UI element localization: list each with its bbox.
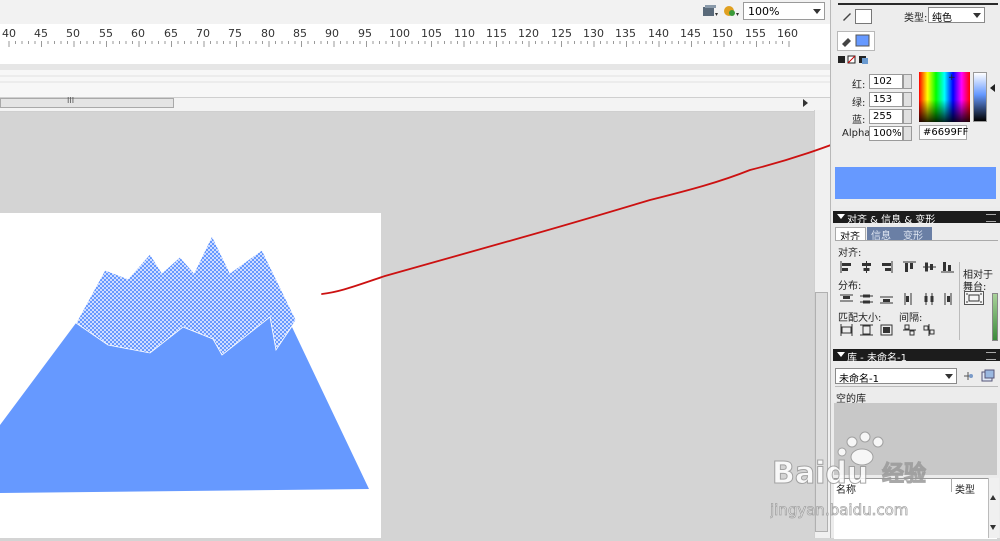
align-separator — [959, 262, 960, 340]
space-horizontal-icon[interactable] — [923, 324, 936, 336]
distribute-v-center-icon[interactable] — [860, 293, 873, 305]
scroll-down-icon[interactable] — [990, 525, 996, 530]
align-top-icon[interactable] — [903, 261, 916, 273]
blue-value: 255 — [873, 111, 893, 122]
distribute-left-icon[interactable] — [903, 293, 916, 305]
blue-spinner[interactable] — [903, 109, 912, 124]
new-library-panel-icon[interactable] — [981, 369, 995, 383]
tab-transform[interactable]: 变形 — [899, 227, 932, 242]
match-both-icon[interactable] — [880, 324, 893, 336]
chevron-down-icon — [945, 374, 953, 379]
library-col-type[interactable]: 类型 — [955, 481, 975, 496]
chevron-down-icon — [973, 13, 981, 18]
green-value: 153 — [873, 94, 893, 105]
green-input[interactable]: 153 — [869, 92, 903, 107]
pin-library-icon[interactable] — [961, 369, 975, 383]
library-document-value: 未命名-1 — [839, 374, 879, 385]
color-spectrum[interactable] — [919, 72, 970, 122]
align-panel-title: 对齐 & 信息 & 变形 — [847, 215, 936, 226]
hex-value: #6699FF — [923, 127, 969, 138]
to-stage-button[interactable] — [964, 291, 984, 305]
type-label: 类型: — [904, 13, 928, 24]
library-panel-title: 库 - 未命名-1 — [847, 353, 907, 364]
brightness-slider[interactable] — [973, 72, 987, 122]
red-input[interactable]: 102 — [869, 74, 903, 89]
watermark-brand: Baidu — [772, 456, 868, 491]
color-preview-swatch — [835, 167, 996, 199]
panel-menu-icon[interactable] — [986, 352, 996, 360]
watermark-brand-cn: 经验 — [882, 461, 926, 487]
fill-type-select[interactable]: 纯色 — [928, 7, 985, 24]
align-label: 对齐: — [838, 248, 862, 259]
stroke-color-icon[interactable] — [841, 10, 853, 22]
stroke-color-swatch[interactable] — [855, 9, 872, 24]
blue-label: 蓝: — [852, 115, 866, 126]
watermark-url: jingyan.baidu.com — [770, 501, 908, 519]
library-document-select[interactable]: 未命名-1 — [835, 368, 957, 385]
match-size-label: 匹配大小: — [838, 313, 882, 324]
scroll-up-icon[interactable] — [990, 495, 996, 500]
match-width-icon[interactable] — [840, 324, 853, 336]
spacing-label: 间隔: — [899, 313, 923, 324]
align-v-center-icon[interactable] — [923, 261, 936, 273]
align-left-icon[interactable] — [840, 261, 853, 273]
tab-info[interactable]: 信息 — [867, 227, 899, 242]
red-value: 102 — [873, 76, 893, 87]
align-right-icon[interactable] — [880, 261, 893, 273]
distribute-label: 分布: — [838, 281, 862, 292]
align-panel-header[interactable]: 对齐 & 信息 & 变形 — [833, 211, 1000, 226]
panel-menu-icon[interactable] — [986, 214, 996, 222]
match-height-icon[interactable] — [860, 324, 873, 336]
alpha-value: 100% — [873, 128, 902, 139]
green-label: 绿: — [852, 98, 866, 109]
distribute-h-center-icon[interactable] — [923, 293, 936, 305]
tab-align[interactable]: 对齐 — [835, 227, 866, 243]
column-divider — [951, 478, 952, 492]
crosshair-icon: + — [948, 73, 956, 83]
hex-input[interactable]: #6699FF — [919, 125, 969, 140]
collapse-icon — [837, 214, 845, 219]
red-label: 红: — [852, 80, 866, 91]
library-divider — [835, 386, 998, 387]
library-panel-header[interactable]: 库 - 未命名-1 — [833, 349, 1000, 364]
panel-header-strip — [838, 3, 998, 5]
align-h-center-icon[interactable] — [860, 261, 873, 273]
blue-input[interactable]: 255 — [869, 109, 903, 124]
red-spinner[interactable] — [903, 74, 912, 89]
swap-colors-icons[interactable] — [838, 55, 878, 65]
align-bottom-icon[interactable] — [941, 261, 954, 273]
distribute-right-icon[interactable] — [941, 293, 954, 305]
space-vertical-icon[interactable] — [903, 324, 916, 336]
panel-scroll-indicator[interactable] — [992, 293, 998, 341]
distribute-bottom-icon[interactable] — [880, 293, 893, 305]
fill-type-value: 纯色 — [932, 13, 952, 24]
fill-color-control[interactable] — [837, 31, 875, 51]
tab-divider — [835, 240, 998, 241]
green-spinner[interactable] — [903, 92, 912, 107]
baidu-watermark: Baidu 经验 jingyan.baidu.com — [769, 425, 950, 525]
distribute-top-icon[interactable] — [840, 293, 853, 305]
collapse-icon — [837, 352, 845, 357]
alpha-spinner[interactable] — [903, 126, 912, 141]
alpha-input[interactable]: 100% — [869, 126, 903, 141]
brightness-pointer-icon[interactable] — [990, 84, 995, 92]
